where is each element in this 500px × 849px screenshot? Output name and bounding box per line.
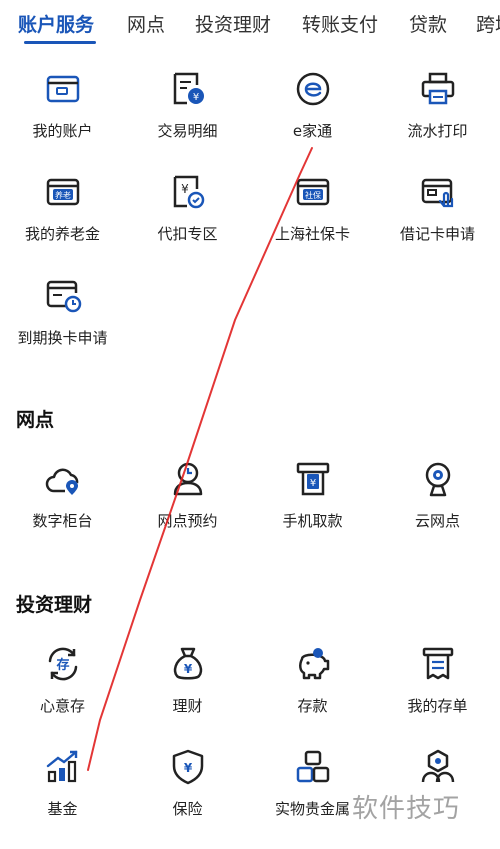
grid-item-label: 基金 xyxy=(47,800,78,818)
deposit-icon-text: 存 xyxy=(56,657,69,673)
section-title-investment: 投资理财 xyxy=(16,594,93,616)
grid-item-label: 云网点 xyxy=(414,512,460,530)
clock-person-icon xyxy=(173,462,203,496)
svg-text:¥: ¥ xyxy=(193,92,199,103)
grid-item-xinyi-deposit[interactable]: 存 心意存 xyxy=(0,645,125,737)
grid-item-label: e家通 xyxy=(292,122,333,140)
section-title-outlets: 网点 xyxy=(16,409,55,431)
grid-item-label: 理财 xyxy=(172,697,203,715)
atm-yuan-icon: ¥ xyxy=(296,462,330,496)
money-bag-icon: ¥ xyxy=(173,647,203,680)
receipt-yuan-icon: ¥ xyxy=(173,72,204,105)
grid-item-label: 我的存单 xyxy=(407,697,468,715)
grid-item-shanghai-social-security-card[interactable]: 社保 上海社保卡 xyxy=(250,173,375,265)
grid-item-my-account[interactable]: 我的账户 xyxy=(0,70,125,162)
grid-item-label: 我的养老金 xyxy=(24,225,100,243)
grid-item-label: 手机取款 xyxy=(282,512,343,530)
shield-icon: ¥ xyxy=(172,749,204,785)
svg-text:¥: ¥ xyxy=(184,662,193,676)
tab-investment[interactable]: 投资理财 xyxy=(195,10,271,37)
tab-loans[interactable]: 贷款 xyxy=(409,10,447,37)
svg-text:¥: ¥ xyxy=(181,182,189,196)
grid-item-withholding[interactable]: ¥ 代扣专区 xyxy=(125,173,250,265)
grid-item-e-jia-tong[interactable]: e家通 xyxy=(250,70,375,162)
camera-icon xyxy=(425,462,451,497)
deposit-cycle-icon: 存 xyxy=(48,647,78,681)
grid-item-label: 借记卡申请 xyxy=(399,225,475,243)
certificate-icon xyxy=(422,647,454,680)
grid-item-mobile-withdrawal[interactable]: ¥ 手机取款 xyxy=(250,460,375,552)
tab-account-services[interactable]: 账户服务 xyxy=(18,10,94,37)
fund-chart-icon xyxy=(46,750,78,783)
pension-icon-text: 养老 xyxy=(55,190,71,200)
social-security-card-icon: 社保 xyxy=(296,178,330,206)
hexagon-people-icon xyxy=(421,749,455,783)
grid-item-label: 心意存 xyxy=(39,697,85,715)
grid-item-outlet-appointment[interactable]: 网点预约 xyxy=(125,460,250,552)
grid-item-deposits[interactable]: 存款 xyxy=(250,645,375,737)
tab-outlets[interactable]: 网点 xyxy=(127,10,165,37)
pension-card-icon: 养老 xyxy=(46,178,80,206)
grid-item-label: 上海社保卡 xyxy=(274,225,350,243)
grid-item-label: 到期换卡申请 xyxy=(17,329,108,347)
social-security-icon-text: 社保 xyxy=(305,190,321,200)
grid-item-cloud-outlet[interactable]: 云网点 xyxy=(375,460,500,552)
category-tabs: 账户服务 网点 投资理财 转账支付 贷款 跨境 xyxy=(0,0,500,48)
e-circle-icon xyxy=(296,72,330,106)
grid-item-label: 代扣专区 xyxy=(157,225,218,243)
grid-item-label: 存款 xyxy=(297,697,328,715)
gold-bars-icon xyxy=(296,750,330,783)
active-tab-indicator xyxy=(24,41,96,44)
grid-item-insurance[interactable]: ¥ 保险 xyxy=(125,748,250,840)
svg-text:¥: ¥ xyxy=(184,761,193,775)
grid-item-my-certificates[interactable]: 我的存单 xyxy=(375,645,500,737)
tab-transfer-payment[interactable]: 转账支付 xyxy=(302,10,378,37)
watermark: 软件技巧 xyxy=(352,794,461,824)
cloud-location-icon xyxy=(45,468,79,495)
grid-item-my-pension[interactable]: 养老 我的养老金 xyxy=(0,173,125,265)
svg-text:¥: ¥ xyxy=(310,478,316,489)
grid-item-label: 流水打印 xyxy=(407,122,468,140)
grid-item-wealth-management[interactable]: ¥ 理财 xyxy=(125,645,250,737)
card-icon xyxy=(46,75,80,103)
piggy-bank-icon xyxy=(299,648,330,680)
grid-item-label: 网点预约 xyxy=(157,512,218,530)
grid-item-label: 保险 xyxy=(172,800,203,818)
grid-item-debit-card-application[interactable]: 借记卡申请 xyxy=(375,173,500,265)
grid-item-label: 交易明细 xyxy=(157,122,218,140)
card-renew-clock-icon xyxy=(46,280,82,313)
withhold-yuan-icon: ¥ xyxy=(173,175,205,209)
debit-card-apply-icon xyxy=(421,178,454,208)
grid-item-digital-counter[interactable]: 数字柜台 xyxy=(0,460,125,552)
grid-item-label: 数字柜台 xyxy=(32,512,93,530)
printer-icon xyxy=(421,72,455,105)
grid-item-statement-print[interactable]: 流水打印 xyxy=(375,70,500,162)
grid-item-funds[interactable]: 基金 xyxy=(0,748,125,840)
tab-cross-border[interactable]: 跨境 xyxy=(476,10,500,37)
grid-item-transaction-details[interactable]: ¥ 交易明细 xyxy=(125,70,250,162)
grid-item-card-renewal[interactable]: 到期换卡申请 xyxy=(0,277,125,369)
grid-item-label: 我的账户 xyxy=(32,122,93,140)
